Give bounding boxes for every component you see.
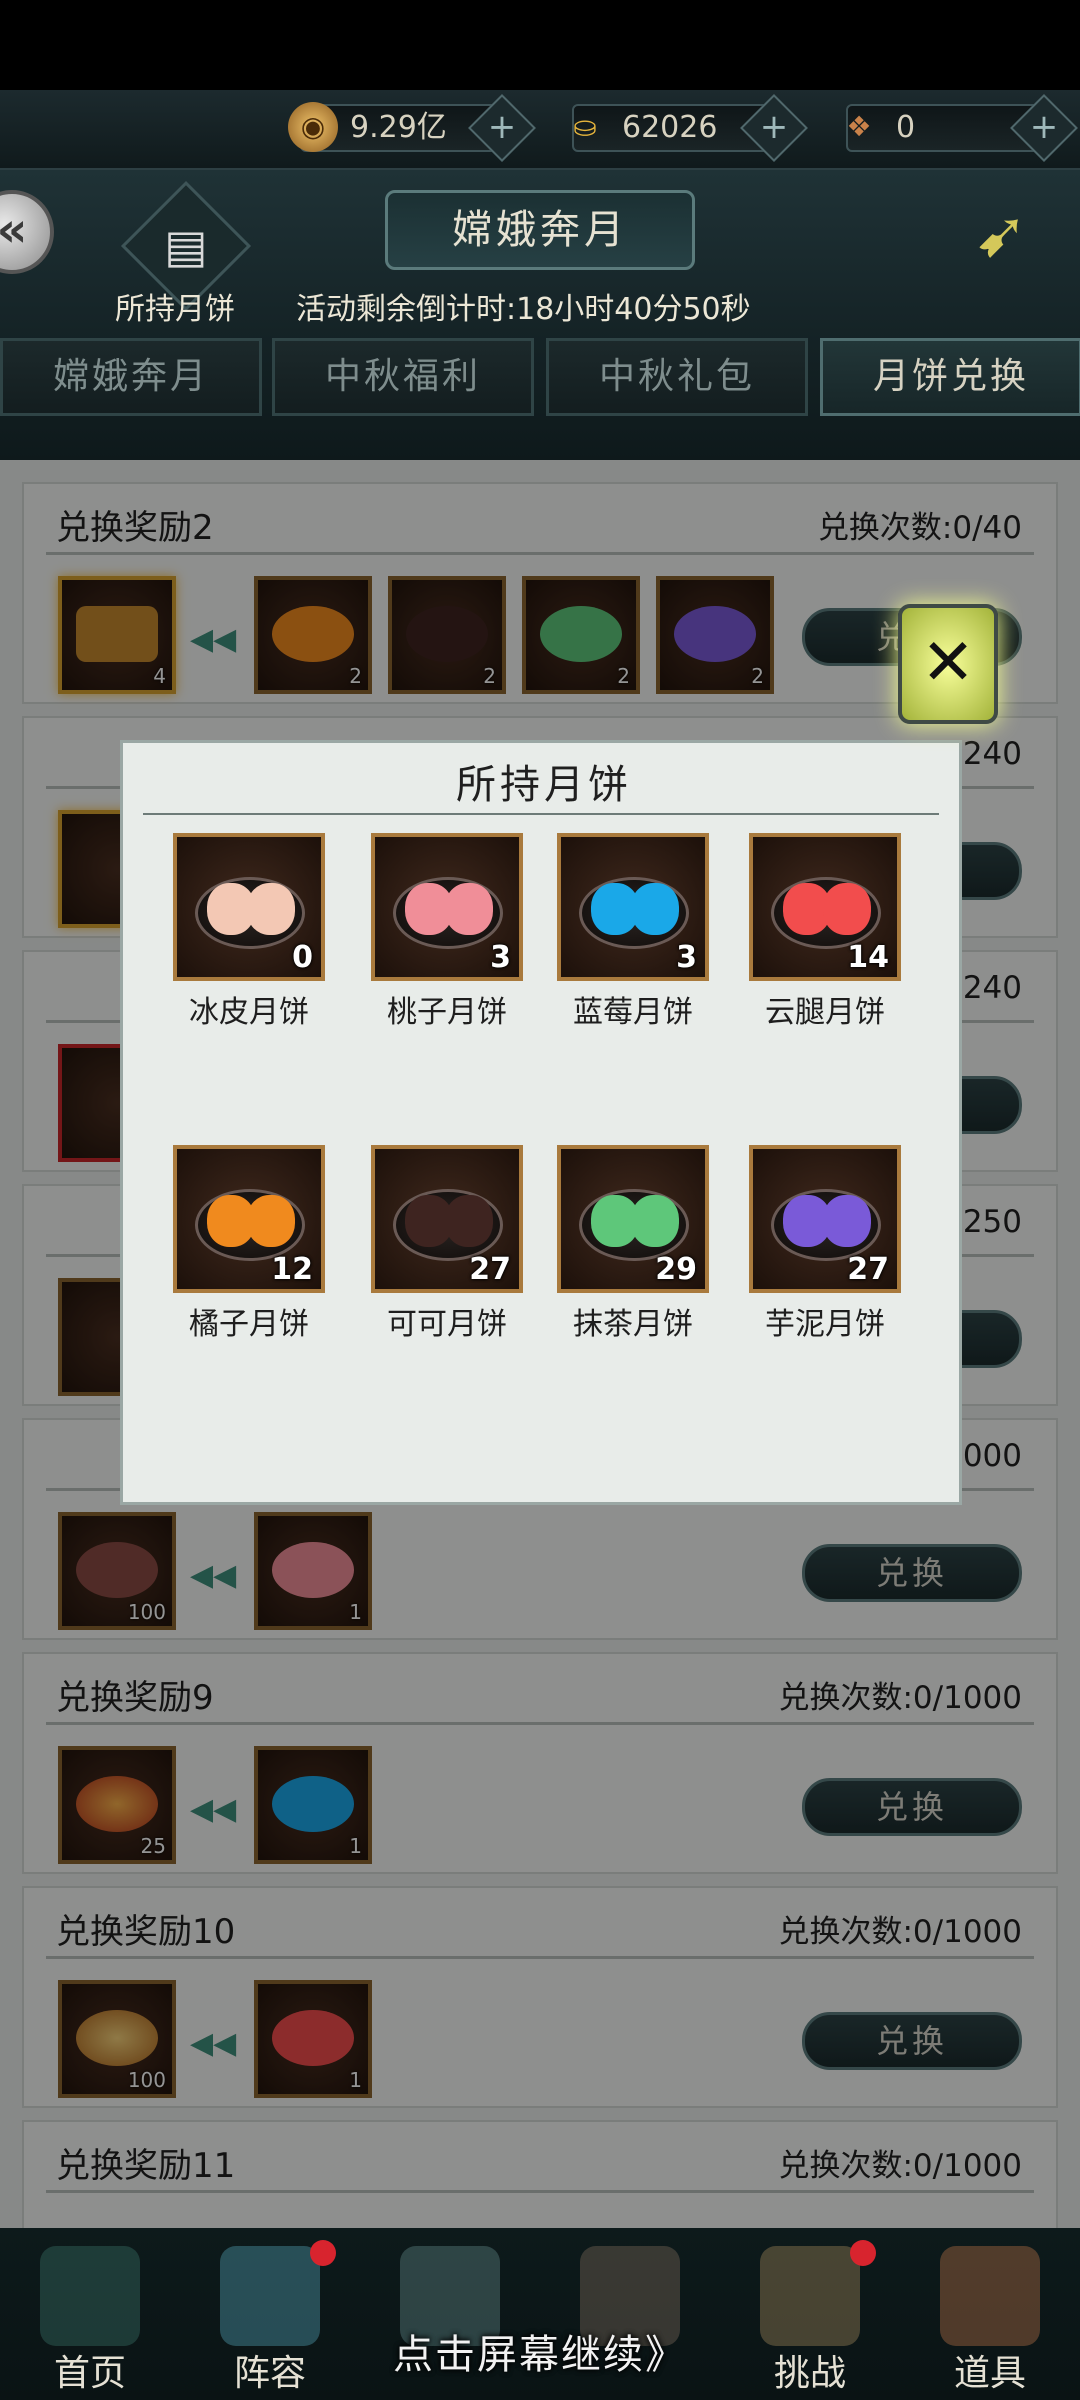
item-slot: 14 [749, 833, 901, 981]
mooncake-item[interactable]: 12 橘子月饼 [173, 1145, 325, 1343]
item-bag-icon: ❖ [846, 110, 872, 143]
add-copper-button[interactable]: + [468, 94, 536, 162]
event-countdown: 活动剩余倒计时:18小时40分50秒 [296, 292, 751, 327]
mooncake-icon [823, 883, 871, 935]
chevron-left-icon: « [0, 202, 28, 258]
item-name: 桃子月饼 [387, 995, 507, 1030]
item-quantity: 29 [655, 1252, 697, 1287]
item-slot: 12 [173, 1145, 325, 1293]
mooncake-icon [631, 883, 679, 935]
tab-mooncake-exchange[interactable]: 月饼兑换 [820, 338, 1080, 416]
item-name: 抹茶月饼 [573, 1307, 693, 1342]
item-slot: 27 [749, 1145, 901, 1293]
copper-coin-icon: ◉ [288, 102, 338, 152]
item-slot: 3 [557, 833, 709, 981]
plus-icon: + [487, 107, 517, 147]
mooncake-icon [247, 1195, 295, 1247]
tab-change-ben-yue[interactable]: 嫦娥奔月 [0, 338, 262, 416]
currency-bar: ◉ 9.29亿 + ⛀ 62026 + ❖ 0 + [0, 90, 1080, 170]
item-slot: 0 [173, 833, 325, 981]
mooncake-icon [823, 1195, 871, 1247]
item-name: 蓝莓月饼 [573, 995, 693, 1030]
close-lantern-button[interactable]: ✕ [898, 604, 998, 724]
item-quantity: 0 [292, 940, 313, 975]
gold-ingot-icon: ⛀ [573, 110, 597, 143]
currency-gold-value: 62026 [622, 110, 718, 145]
currency-copper: ◉ 9.29亿 + [288, 94, 536, 162]
currency-gold: ⛀ 62026 + [572, 94, 808, 162]
mooncake-item[interactable]: 0 冰皮月饼 [173, 833, 325, 1031]
mooncake-item[interactable]: 29 抹茶月饼 [557, 1145, 709, 1343]
item-name: 芋泥月饼 [765, 1307, 885, 1342]
event-header: « ▤ 嫦娥奔月 ➹ 所持月饼 活动剩余倒计时:18小时40分50秒 嫦娥奔月 … [0, 170, 1080, 460]
close-icon: ✕ [921, 626, 975, 700]
item-quantity: 3 [490, 940, 511, 975]
back-button[interactable]: « [0, 190, 54, 274]
notification-dot [850, 2240, 876, 2266]
mooncake-item[interactable]: 14 云腿月饼 [749, 833, 901, 1031]
held-mooncakes-popup: 所持月饼 0 冰皮月饼 3 桃子月饼 3 蓝莓月饼 14 云腿月饼 12 橘子月… [120, 740, 962, 1505]
mooncake-item[interactable]: 3 桃子月饼 [371, 833, 523, 1031]
item-slot: 3 [371, 833, 523, 981]
mooncake-item[interactable]: 27 可可月饼 [371, 1145, 523, 1343]
mooncake-icon [631, 1195, 679, 1247]
plus-icon: + [759, 107, 789, 147]
chest-icon: ▤ [164, 219, 208, 273]
tab-mid-autumn-gift[interactable]: 中秋礼包 [546, 338, 808, 416]
item-slot: 27 [371, 1145, 523, 1293]
item-quantity: 3 [676, 940, 697, 975]
notification-dot [310, 2240, 336, 2266]
item-slot: 29 [557, 1145, 709, 1293]
item-quantity: 27 [847, 1252, 889, 1287]
tab-mid-autumn-welfare[interactable]: 中秋福利 [272, 338, 534, 416]
currency-item-value: 0 [896, 110, 916, 145]
mooncake-item[interactable]: 3 蓝莓月饼 [557, 833, 709, 1031]
item-quantity: 12 [271, 1252, 313, 1287]
item-quantity: 14 [847, 940, 889, 975]
item-name: 冰皮月饼 [189, 995, 309, 1030]
item-name: 橘子月饼 [189, 1307, 309, 1342]
plus-icon: + [1029, 107, 1059, 147]
mooncake-icon [247, 883, 295, 935]
item-name: 云腿月饼 [765, 995, 885, 1030]
page-title: 嫦娥奔月 [385, 190, 695, 270]
mooncake-icon [445, 1195, 493, 1247]
add-item-button[interactable]: + [1010, 94, 1078, 162]
currency-copper-value: 9.29亿 [350, 110, 447, 145]
divider [143, 813, 939, 815]
item-quantity: 27 [469, 1252, 511, 1287]
mooncake-icon [445, 883, 493, 935]
item-name: 可可月饼 [387, 1307, 507, 1342]
popup-title: 所持月饼 [456, 762, 632, 808]
held-mooncakes-label: 所持月饼 [115, 292, 235, 327]
add-gold-button[interactable]: + [740, 94, 808, 162]
tap-to-continue-hint: 点击屏幕继续》 [393, 2332, 687, 2378]
currency-item: ❖ 0 + [846, 94, 1078, 162]
help-icon[interactable]: ➹ [946, 190, 1056, 280]
mooncake-item[interactable]: 27 芋泥月饼 [749, 1145, 901, 1343]
